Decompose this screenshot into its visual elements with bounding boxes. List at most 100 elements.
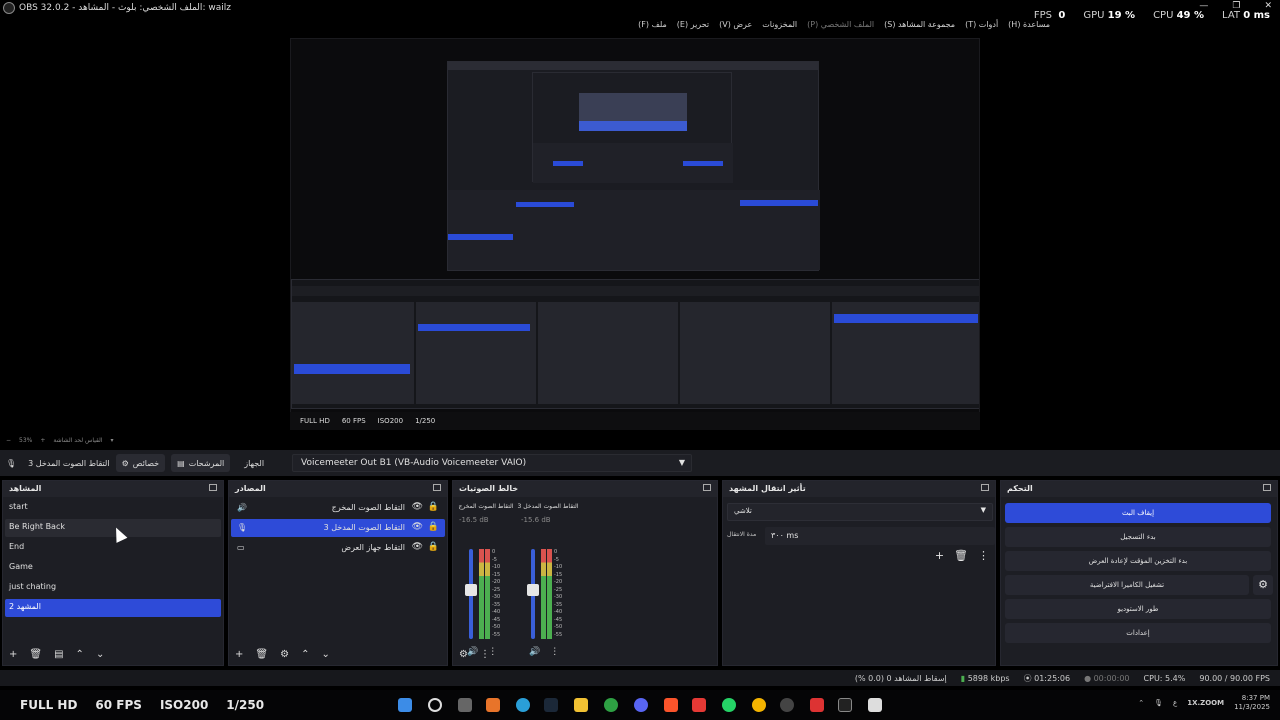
volume-knob[interactable]	[465, 583, 477, 596]
add-icon[interactable]: +	[935, 549, 944, 562]
level-meter	[479, 549, 484, 639]
chevron-up-icon[interactable]: ⌃	[1138, 699, 1144, 707]
settings-button[interactable]: إعدادات	[1005, 623, 1271, 643]
start-recording-button[interactable]: بدء التسجيل	[1005, 527, 1271, 547]
obs-icon[interactable]	[780, 698, 794, 712]
xbox-icon[interactable]	[604, 698, 618, 712]
undock-icon[interactable]	[1263, 484, 1271, 491]
tray-text: 1X.ZOOM	[1187, 699, 1225, 707]
search-icon[interactable]	[428, 698, 442, 712]
broadcast-icon: ⦿	[1023, 673, 1032, 683]
more-icon[interactable]: ⋮	[978, 549, 989, 562]
zoom-dropdown-icon[interactable]: ▾	[110, 437, 113, 444]
properties-button[interactable]: ⚙ خصائص	[115, 454, 166, 472]
zoom-out-button[interactable]: −	[6, 437, 11, 444]
menu-tools[interactable]: أدوات (T)	[965, 20, 998, 29]
scene-item[interactable]: Game	[5, 559, 221, 577]
undock-icon[interactable]	[703, 484, 711, 491]
filter-icon[interactable]: ▤	[54, 649, 63, 660]
app-icon[interactable]	[692, 698, 706, 712]
filters-button[interactable]: ▤ المرشحات	[171, 454, 231, 472]
undock-icon[interactable]	[209, 484, 217, 491]
add-icon[interactable]: +	[235, 649, 243, 660]
mixer-channel: التقاط الصوت المدخل 3 -15.6 dB 0 -5 -10 -15…	[517, 503, 579, 657]
lock-icon[interactable]: 🔒	[428, 502, 439, 512]
zoom-row: − 53% + القياس لحد الشاشة ▾	[0, 434, 1280, 446]
start-replay-buffer-button[interactable]: بدء التخزين المؤقت لإعادة العرض	[1005, 551, 1271, 571]
zoom-note: القياس لحد الشاشة	[53, 436, 103, 444]
eye-icon[interactable]: 👁	[412, 542, 423, 552]
start-virtual-camera-button[interactable]: تشغيل الكاميرا الافتراضية	[1005, 575, 1249, 595]
task-view-icon[interactable]	[458, 698, 472, 712]
preview-info-bar: FULL HD 60 FPS ISO200 1/250	[290, 412, 980, 430]
up-icon[interactable]: ⌃	[301, 649, 309, 660]
undock-icon[interactable]	[433, 484, 441, 491]
menu-scene-collection[interactable]: مجموعة المشاهد (S)	[884, 20, 955, 29]
menu-file[interactable]: ملف (F)	[638, 20, 667, 29]
menu-view[interactable]: عرض (V)	[719, 20, 752, 29]
sources-toolbar: + 🗑 ⚙ ⌃ ⌄	[229, 643, 447, 665]
meter-ticks: 0 -5 -10 -15 -20 -25 -30 -35 -40 -45 -50 -55	[492, 549, 501, 638]
source-item[interactable]: ▭ التقاط جهاز العرض 👁 🔒	[231, 539, 445, 557]
edge-icon[interactable]	[516, 698, 530, 712]
preview-shutter: 1/250	[415, 417, 436, 425]
cpu-usage: CPU: 5.4%	[1143, 673, 1186, 683]
steam-icon[interactable]	[544, 698, 558, 712]
obs-logo-icon	[3, 2, 15, 14]
transitions-dock: تأثير انتقال المشهد تلاشي ▼ مدة الانتقال…	[722, 480, 996, 666]
folder-icon[interactable]	[574, 698, 588, 712]
scene-item[interactable]: End	[5, 539, 221, 557]
preview-iso: ISO200	[377, 417, 404, 425]
down-icon[interactable]: ⌄	[96, 649, 104, 660]
gear-icon[interactable]: ⚙	[280, 649, 289, 660]
scene-item[interactable]: just chating	[5, 579, 221, 597]
controls-header: التحكم	[1001, 481, 1277, 497]
gpu-stat: GPU 19 %	[1083, 10, 1136, 21]
windows-start-icon[interactable]	[398, 698, 412, 712]
duration-input[interactable]: ٣٠٠ ms	[765, 527, 995, 545]
link-icon[interactable]: ⚙	[459, 649, 468, 660]
mic-icon[interactable]: 🎙	[1154, 699, 1163, 707]
menu-edit[interactable]: تحرير (E)	[677, 20, 709, 29]
source-item[interactable]: 🔊 التقاط الصوت المخرج 👁 🔒	[231, 499, 445, 517]
language-indicator[interactable]: ع	[1173, 699, 1177, 707]
clock[interactable]: 8:37 PM 11/3/2025	[1234, 694, 1270, 712]
undock-icon[interactable]	[981, 484, 989, 491]
trash-icon[interactable]: 🗑	[29, 649, 42, 660]
scene-item-selected[interactable]: المشهد 2	[5, 599, 221, 617]
app-icon[interactable]	[838, 698, 852, 712]
lock-icon[interactable]: 🔒	[428, 522, 439, 532]
eye-icon[interactable]: 👁	[412, 502, 423, 512]
virtual-camera-settings-gear-icon[interactable]: ⚙	[1253, 575, 1273, 595]
menu-profile[interactable]: الملف الشخصي (P)	[807, 20, 874, 29]
source-item-selected[interactable]: 🎙 التقاط الصوت المدخل 3 👁 🔒	[231, 519, 445, 537]
brave-icon[interactable]	[664, 698, 678, 712]
capcut-icon[interactable]	[868, 698, 882, 712]
whatsapp-icon[interactable]	[722, 698, 736, 712]
app-icon[interactable]	[810, 698, 824, 712]
mixer-channel: التقاط الصوت المخرج -16.5 dB 0 -5 -10 -15 -2…	[458, 503, 514, 657]
zoom-in-button[interactable]: +	[40, 437, 45, 444]
preview-canvas[interactable]	[290, 38, 980, 430]
current-source-name: التقاط الصوت المدخل 3	[28, 458, 110, 468]
app-icon[interactable]	[486, 698, 500, 712]
stop-streaming-button[interactable]: إيقاف البث	[1005, 503, 1271, 523]
lock-icon[interactable]: 🔒	[428, 542, 439, 552]
more-icon[interactable]: ⋮	[480, 649, 490, 660]
add-icon[interactable]: +	[9, 649, 17, 660]
menu-docks[interactable]: المخزونات	[762, 20, 797, 29]
discord-icon[interactable]	[634, 698, 648, 712]
mixer-header: خالط الصوتيات	[453, 481, 717, 497]
studio-mode-button[interactable]: طور الاستوديو	[1005, 599, 1271, 619]
transition-controls: + 🗑 ⋮	[935, 549, 989, 562]
scene-item[interactable]: start	[5, 499, 221, 517]
trash-icon[interactable]: 🗑	[255, 649, 268, 660]
up-icon[interactable]: ⌃	[76, 649, 84, 660]
transition-select[interactable]: تلاشي ▼	[727, 503, 993, 521]
down-icon[interactable]: ⌄	[321, 649, 329, 660]
device-select[interactable]: Voicemeeter Out B1 (VB-Audio Voicemeeter…	[292, 454, 692, 472]
volume-knob[interactable]	[527, 583, 539, 596]
eye-icon[interactable]: 👁	[412, 522, 423, 532]
trash-icon[interactable]: 🗑	[954, 549, 968, 562]
chrome-icon[interactable]	[752, 698, 766, 712]
